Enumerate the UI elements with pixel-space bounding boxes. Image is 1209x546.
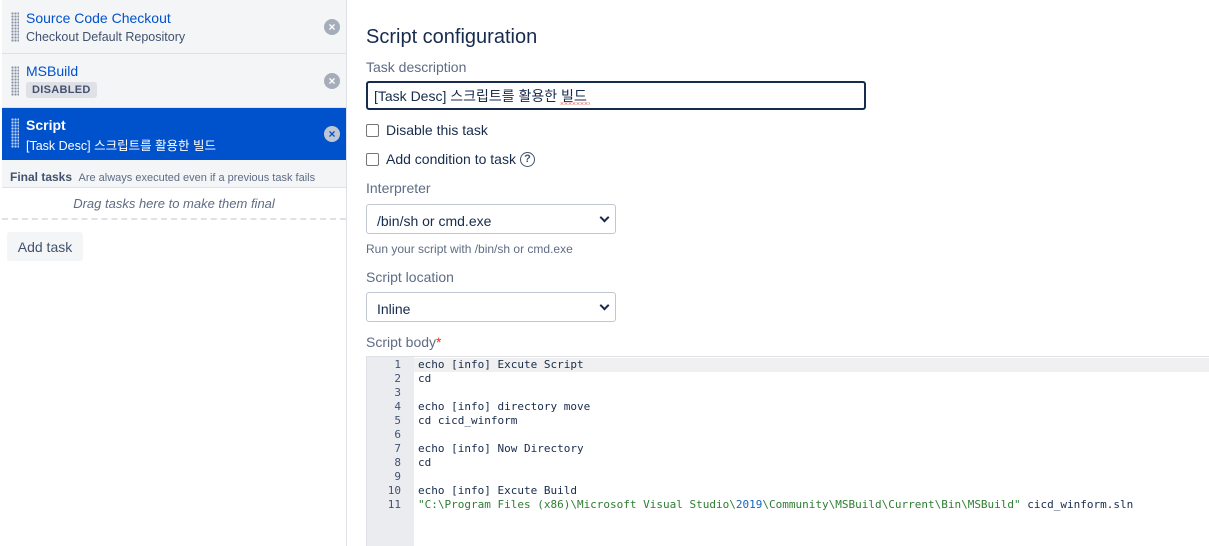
task-name[interactable]: MSBuild (26, 63, 78, 79)
line-number: 3 (394, 386, 401, 399)
task-description: Checkout Default Repository (26, 30, 186, 44)
task-description: [Task Desc] 스크립트를 활용한 빌드 (26, 139, 217, 153)
line-number: 6 (394, 428, 401, 441)
script-configuration-panel: Script configuration Task description Di… (366, 0, 1209, 546)
line-number: 1 (394, 358, 401, 371)
interpreter-help-text: Run your script with /bin/sh or cmd.exe (366, 242, 573, 256)
script-location-select[interactable]: Inline (366, 292, 616, 322)
disable-task-checkbox[interactable] (366, 123, 379, 137)
final-tasks-drop-zone[interactable]: Drag tasks here to make them final (2, 188, 346, 220)
task-item-msbuild[interactable]: MSBuild DISABLED × (2, 54, 346, 108)
script-body-label-text: Script body (366, 334, 437, 350)
add-task-button[interactable]: Add task (7, 232, 83, 261)
line-number: 10 (387, 484, 401, 497)
code-text[interactable]: cd cicd_winform (418, 414, 517, 428)
code-text[interactable]: cd (418, 456, 431, 470)
remove-task-icon[interactable]: × (324, 126, 340, 142)
add-condition-label[interactable]: Add condition to task (386, 151, 516, 167)
script-location-label: Script location (366, 269, 454, 285)
line-number: 8 (394, 456, 401, 469)
drag-handle-icon[interactable] (11, 66, 19, 96)
code-text[interactable]: "C:\Program Files (x86)\Microsoft Visual… (418, 498, 1133, 512)
drag-handle-icon[interactable] (11, 118, 19, 148)
disable-task-label[interactable]: Disable this task (386, 122, 488, 138)
line-number: 9 (394, 470, 401, 483)
script-body-editor[interactable]: 1 echo [info] Excute Script 2 cd 3 4 echo [inf… (366, 356, 1209, 546)
task-name[interactable]: Script (26, 117, 66, 133)
task-item-script-selected[interactable]: Script [Task Desc] 스크립트를 활용한 빌드 × (2, 108, 346, 160)
code-text[interactable]: echo [info] directory move (418, 400, 590, 414)
script-body-label: Script body* (366, 334, 442, 350)
task-list-sidebar: Source Code Checkout Checkout Default Re… (0, 0, 347, 546)
code-text[interactable]: cd (418, 372, 431, 386)
line-number: 11 (387, 498, 401, 511)
add-condition-checkbox[interactable] (366, 152, 379, 166)
remove-task-icon[interactable]: × (324, 19, 340, 35)
task-item-source-code-checkout[interactable]: Source Code Checkout Checkout Default Re… (2, 0, 346, 54)
chevron-down-icon (599, 212, 610, 223)
task-name[interactable]: Source Code Checkout (26, 10, 171, 26)
line-number: 5 (394, 414, 401, 427)
line-number: 7 (394, 442, 401, 455)
line-number: 4 (394, 400, 401, 413)
task-description-label: Task description (366, 59, 467, 75)
drag-handle-icon[interactable] (11, 12, 19, 42)
final-tasks-title: Final tasks (10, 170, 73, 184)
required-marker: * (436, 334, 442, 350)
line-number: 2 (394, 372, 401, 385)
disabled-badge: DISABLED (26, 82, 97, 98)
interpreter-select[interactable]: /bin/sh or cmd.exe (366, 204, 616, 234)
interpreter-selected-value: /bin/sh or cmd.exe (377, 213, 492, 229)
final-tasks-note: Are always executed even if a previous t… (78, 172, 316, 184)
final-tasks-header: Final tasks Are always executed even if … (2, 160, 346, 188)
remove-task-icon[interactable]: × (324, 73, 340, 89)
task-description-input[interactable] (366, 81, 866, 110)
code-text[interactable]: echo [info] Excute Build (418, 484, 577, 498)
disable-task-row[interactable]: Disable this task (366, 122, 488, 138)
script-location-selected-value: Inline (377, 301, 411, 317)
page-title: Script configuration (366, 26, 538, 48)
interpreter-label: Interpreter (366, 180, 431, 196)
code-text[interactable]: echo [info] Excute Script (418, 358, 584, 372)
chevron-down-icon (599, 300, 610, 311)
code-text[interactable]: echo [info] Now Directory (418, 442, 584, 456)
add-condition-row[interactable]: Add condition to task ? (366, 151, 535, 167)
help-icon[interactable]: ? (519, 151, 535, 167)
spellcheck-underline (560, 102, 590, 105)
